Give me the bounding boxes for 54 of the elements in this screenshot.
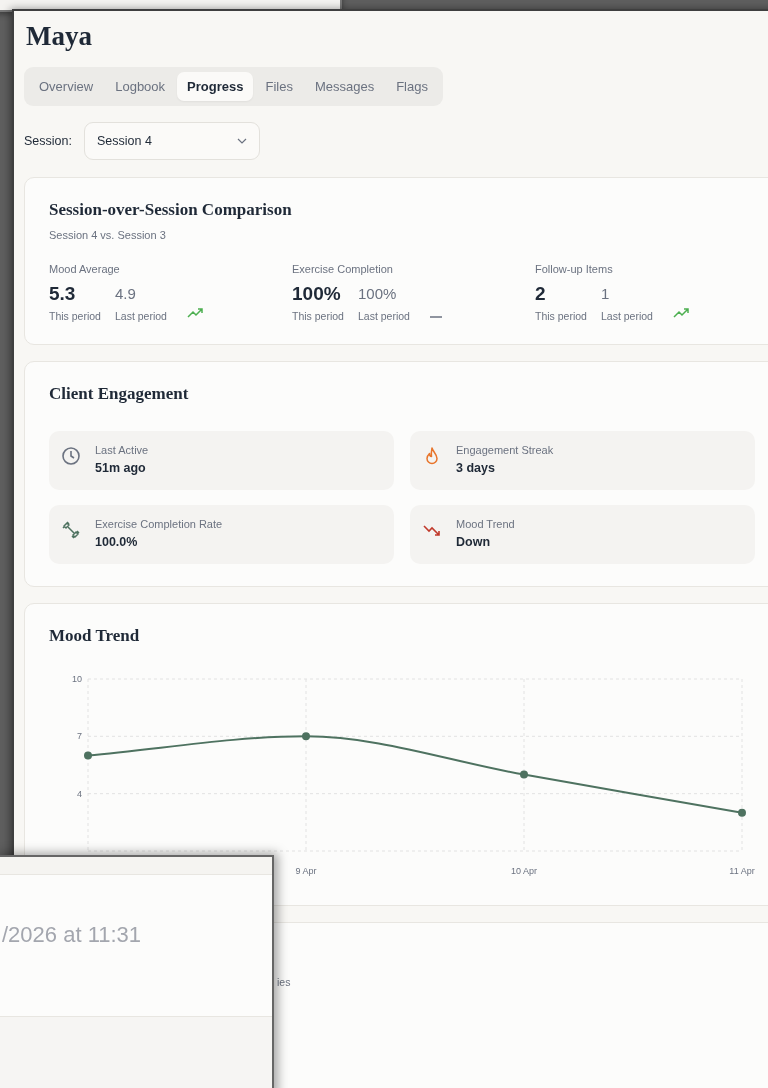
stat-label: Mood Trend: [456, 518, 515, 530]
stat-value: Down: [456, 535, 492, 549]
metric-label: Exercise Completion: [292, 263, 394, 275]
client-name: Maya: [26, 21, 93, 51]
tab[interactable]: Overview: [29, 72, 104, 101]
stat-label: Last Active: [95, 444, 149, 456]
current-value: 100%: [292, 283, 342, 305]
axis-label: 7: [77, 731, 82, 742]
data-point: [84, 751, 92, 760]
data-point: [520, 770, 528, 779]
stat-label: Engagement Streak: [456, 444, 554, 456]
axis-label: 11 Apr: [729, 866, 755, 876]
stat-label: Exercise Completion Rate: [95, 518, 223, 530]
value-caption: This period: [292, 310, 345, 322]
stat-value: 51m ago: [95, 461, 147, 475]
previous-value: 1: [601, 284, 611, 304]
trend-up-icon: [673, 308, 689, 318]
tab[interactable]: Files: [255, 72, 303, 101]
card-subtitle: Session 4 vs. Session 3: [49, 229, 167, 241]
card-text: ies: [277, 976, 291, 988]
dumbbell-icon: [61, 520, 81, 540]
card-title: Mood Trend: [49, 626, 141, 646]
axis-label: 10 Apr: [511, 866, 537, 876]
metric-label: Mood Average: [49, 263, 121, 275]
value-caption: Last period: [115, 310, 168, 322]
previous-value: 4.9: [115, 284, 137, 304]
tab[interactable]: Messages: [304, 72, 385, 101]
value-caption: This period: [49, 310, 102, 322]
value-caption: Last period: [601, 310, 654, 322]
data-point: [738, 808, 746, 817]
session-label: Session:: [24, 134, 72, 148]
axis-label: 10: [72, 674, 82, 684]
dash-icon: [430, 316, 442, 318]
data-point: [302, 732, 310, 741]
tab[interactable]: Progress: [177, 72, 254, 101]
current-value: 5.3: [49, 283, 77, 305]
card-title: Session-over-Session Comparison: [49, 200, 293, 220]
value-caption: This period: [535, 310, 588, 322]
trend-up-icon: [187, 308, 203, 318]
tab[interactable]: Flags: [386, 72, 438, 101]
axis-label: 4: [77, 788, 82, 799]
card-title: Client Engagement: [49, 384, 190, 404]
metric-label: Follow-up Items: [535, 263, 614, 275]
timestamp-text: /2026 at 11:31: [2, 922, 143, 948]
tab[interactable]: Logbook: [105, 72, 176, 101]
session-dropdown[interactable]: Session 4: [83, 122, 260, 160]
previous-value: 100%: [358, 284, 398, 304]
stat-value: 3 days: [456, 461, 496, 475]
clock-icon: [61, 446, 81, 466]
axis-label: 9 Apr: [295, 866, 317, 876]
chevron-down-icon: [236, 138, 247, 144]
current-value: 2: [535, 283, 547, 305]
value-caption: Last period: [358, 310, 411, 322]
stat-value: 100.0%: [95, 535, 139, 549]
